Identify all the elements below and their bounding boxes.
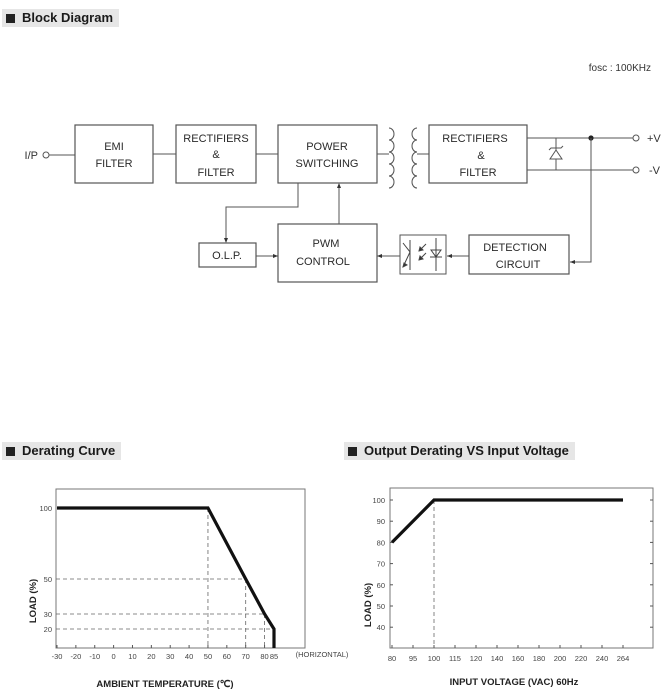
- y-tick-label: 80: [377, 538, 385, 547]
- x-tick-label: 80: [388, 654, 396, 663]
- x-tick-label: 160: [512, 654, 525, 663]
- y-axis-label: LOAD (%): [363, 583, 374, 627]
- y-tick-label: 60: [377, 581, 385, 590]
- x-tick-label: 120: [470, 654, 483, 663]
- y-tick-label: 50: [377, 602, 385, 611]
- x-tick-label: 200: [554, 654, 567, 663]
- x-axis-label: INPUT VOLTAGE (VAC) 60Hz: [450, 677, 579, 688]
- input-derating-chart: 80 95 100 115 120 140 160 180 200 220 240 264 40 50 60…: [363, 487, 654, 688]
- x-tick-label: 95: [409, 654, 417, 663]
- x-tick-label: 240: [596, 654, 609, 663]
- y-tick-label: 100: [372, 496, 385, 505]
- x-tick-label: 100: [428, 654, 441, 663]
- x-tick-label: 115: [449, 654, 461, 663]
- y-tick-label: 70: [377, 560, 385, 569]
- x-tick-label: 264: [617, 654, 630, 663]
- y-tick-label: 40: [377, 623, 385, 632]
- x-tick-label: 220: [575, 654, 588, 663]
- y-tick-label: 90: [377, 517, 385, 526]
- plot-frame: [389, 487, 654, 649]
- x-tick-label: 180: [533, 654, 546, 663]
- x-tick-label: 140: [491, 654, 504, 663]
